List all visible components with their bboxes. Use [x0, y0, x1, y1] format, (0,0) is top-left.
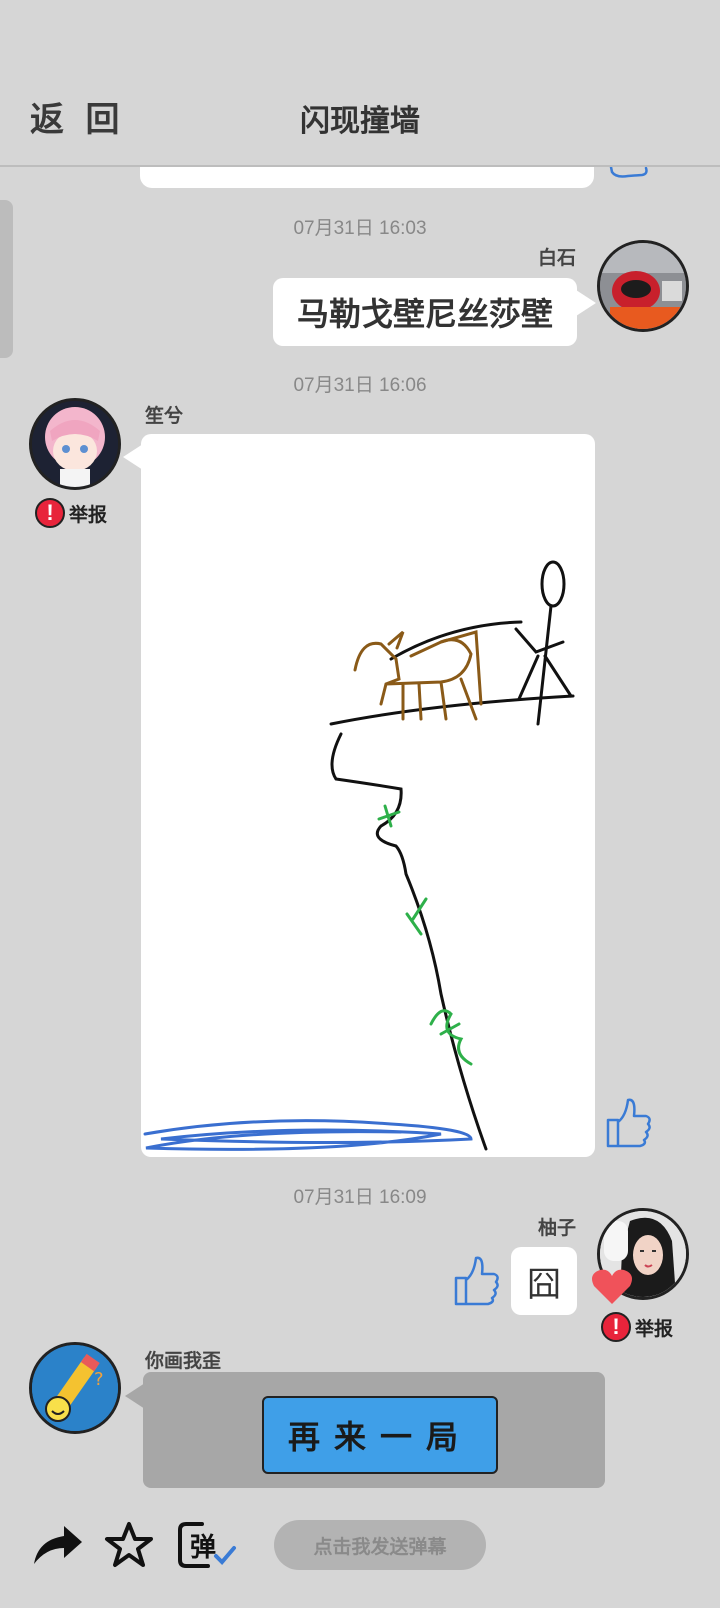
sender-name: 柚子 [537, 1218, 576, 1239]
avatar[interactable] [597, 240, 689, 332]
avatar[interactable]: ? [29, 1342, 121, 1434]
avatar[interactable] [29, 398, 121, 490]
star-icon[interactable] [104, 1520, 154, 1570]
danmu-input[interactable]: 点击我发送弹幕 [274, 1520, 486, 1570]
danmu-toggle[interactable]: 弹 [176, 1520, 238, 1570]
timestamp: 07月31日 16:06 [293, 375, 427, 396]
sender-name: 你画我歪 [145, 1351, 222, 1372]
drawing-image [143, 560, 575, 1151]
timestamp: 07月31日 16:03 [293, 218, 427, 239]
heart-icon[interactable] [590, 1266, 634, 1306]
report-button[interactable]: ! 举报 [35, 498, 107, 528]
danmu-icon-char: 弹 [190, 1533, 216, 1563]
bubble-tail [576, 290, 596, 316]
bubble-tail [125, 1383, 145, 1409]
play-again-button[interactable]: 再来一局 [262, 1396, 498, 1474]
drawing-canvas[interactable] [141, 434, 595, 1157]
thumbs-up-icon[interactable] [452, 1254, 500, 1308]
share-icon[interactable] [30, 1522, 86, 1568]
thumbs-up-icon[interactable] [604, 1096, 652, 1150]
report-label: 举报 [635, 1318, 674, 1340]
message-bubble[interactable]: 囧 [511, 1247, 577, 1315]
danmu-icon: 弹 [178, 1522, 236, 1568]
timestamp: 07月31日 16:09 [293, 1187, 427, 1208]
report-label: 举报 [69, 504, 108, 526]
bubble-tail [123, 444, 143, 470]
sender-name: 笙兮 [145, 406, 184, 427]
report-button[interactable]: ! 举报 [601, 1312, 673, 1342]
header-bar: 返 回 闪现撞墙 [0, 0, 720, 167]
message-bubble[interactable]: 马勒戈壁尼丝莎壁 [273, 278, 577, 346]
page-title: 闪现撞墙 [300, 105, 420, 138]
report-icon: ! [601, 1312, 631, 1342]
report-icon: ! [35, 498, 65, 528]
sender-name: 白石 [537, 248, 576, 269]
svg-text:?: ? [94, 1369, 104, 1390]
